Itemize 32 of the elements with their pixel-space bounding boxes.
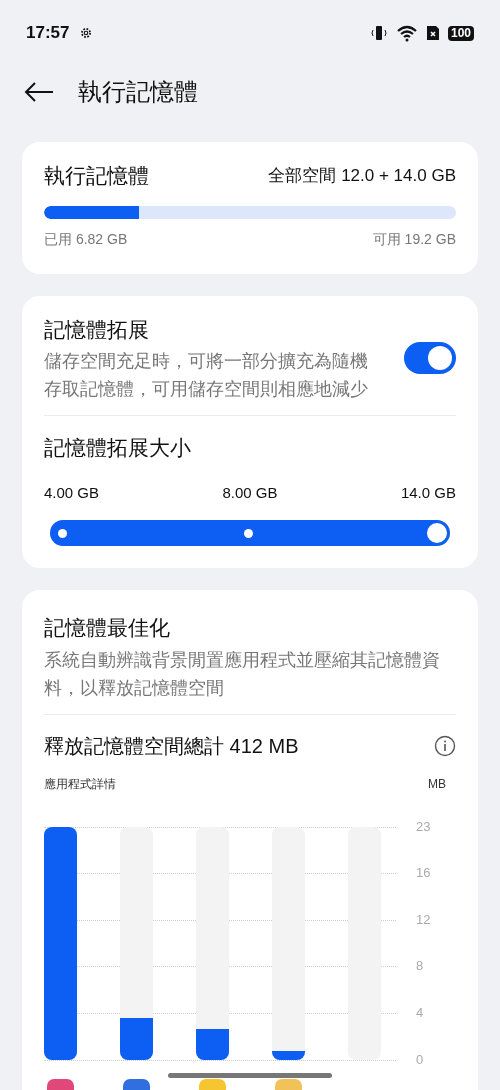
axis-tick-label: 4 (416, 1005, 424, 1020)
axis-tick-label: 16 (416, 866, 431, 881)
axis-tick-label: 8 (416, 959, 424, 974)
slider-stop-label: 14.0 GB (400, 482, 456, 503)
freed-total: 釋放記憶體空間總計 412 MB (44, 733, 299, 759)
battery-level: 100 (447, 25, 474, 41)
chart-title: 應用程式詳情 (44, 775, 116, 793)
total-space: 全部空間 12.0 + 14.0 GB (268, 165, 456, 187)
setting-description: 系統自動辨識背景閒置應用程式並壓縮其記憶體資料，以釋放記憶體空間 (44, 645, 456, 715)
slider-stop-label: 4.00 GB (44, 482, 100, 503)
axis-tick-label: 0 (416, 1052, 424, 1067)
card-title: 執行記憶體 (44, 163, 149, 189)
info-icon[interactable] (434, 734, 456, 757)
axis-tick-label: 12 (416, 912, 431, 927)
sim-icon (425, 25, 440, 41)
setting-title: 記憶體拓展 (44, 316, 150, 343)
used-label: 已用 6.82 GB (44, 229, 128, 249)
page-title: 執行記憶體 (78, 77, 198, 107)
unit-label: MB (428, 775, 447, 793)
axis-tick-label: 23 (416, 819, 431, 834)
setting-title: 記憶體拓展大小 (44, 435, 192, 461)
free-label: 可用 19.2 GB (372, 229, 456, 249)
vibrate-icon (369, 24, 388, 42)
status-time: 17:57 (26, 22, 70, 45)
size-slider[interactable] (50, 520, 450, 546)
toggle-switch[interactable] (404, 342, 456, 375)
wifi-icon (395, 24, 418, 42)
setting-title: 記憶體最佳化 (44, 615, 171, 641)
settings-icon (79, 26, 94, 40)
back-arrow-icon[interactable] (24, 82, 54, 102)
setting-description: 儲存空間充足時，可將一部分擴充為隨機存取記憶體，可用儲存空間則相應地減少 (44, 350, 369, 401)
slider-stop-label: 8.00 GB (222, 482, 278, 503)
